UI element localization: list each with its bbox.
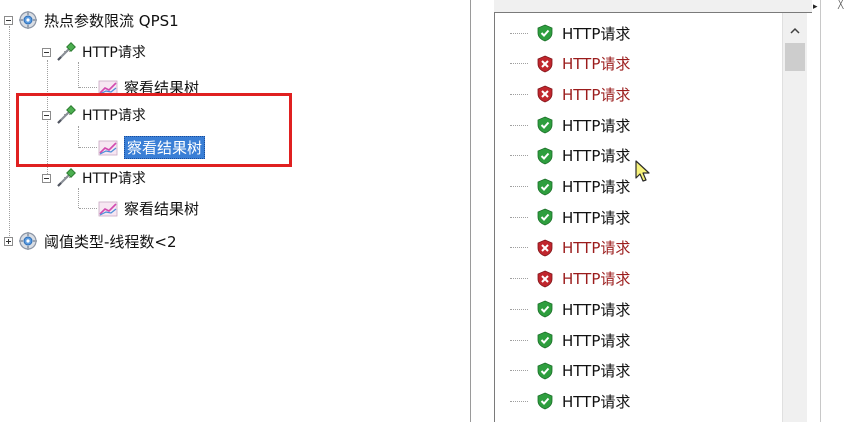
result-row-success[interactable]: HTTP请求: [510, 356, 630, 386]
shield-x-icon: [536, 270, 562, 288]
tree-node-label: 热点参数限流 QPS1: [44, 11, 179, 30]
tree-connector: [510, 32, 528, 34]
result-row-failure[interactable]: HTTP请求: [510, 49, 630, 79]
result-row-label: HTTP请求: [562, 239, 631, 258]
result-row-label: HTTP请求: [562, 85, 631, 104]
tree-connector: [510, 370, 528, 372]
results-scrollbar[interactable]: [782, 13, 807, 422]
result-row-success[interactable]: HTTP请求: [510, 172, 630, 202]
result-row-success[interactable]: HTTP请求: [510, 325, 630, 355]
annotation-highlight-box: [16, 93, 292, 167]
collapse-toggle-icon[interactable]: [4, 15, 13, 25]
test-plan-tree: 热点参数限流 QPS1 HTTP请求 察看结果树 HTTP请求 察看结果树 HT…: [0, 0, 330, 422]
tree-node-label: HTTP请求: [82, 171, 146, 187]
tree-node-thread-group[interactable]: 热点参数限流 QPS1: [4, 7, 179, 33]
shield-x-icon: [536, 239, 562, 257]
tree-connector: [510, 278, 528, 280]
tree-connector: [510, 186, 528, 187]
tree-node-label: HTTP请求: [82, 45, 146, 61]
result-row-label: HTTP请求: [562, 147, 631, 166]
result-row-failure[interactable]: HTTP请求: [510, 233, 630, 263]
result-row-label: HTTP请求: [562, 55, 631, 74]
tree-connector: [510, 216, 528, 218]
shield-x-icon: [536, 55, 562, 73]
result-row-label: HTTP请求: [562, 178, 631, 196]
result-row-label: HTTP请求: [562, 208, 631, 227]
tree-connector: [510, 63, 528, 65]
result-row-success[interactable]: HTTP请求: [510, 294, 630, 324]
tree-connector: [510, 339, 528, 341]
collapse-toggle-icon[interactable]: [42, 173, 51, 183]
result-row-label: HTTP请求: [562, 362, 631, 381]
pipette-icon: [55, 41, 77, 63]
expand-toggle-icon[interactable]: [4, 236, 13, 246]
shield-x-icon: [536, 85, 562, 103]
result-row-success[interactable]: HTTP请求: [510, 141, 630, 171]
result-row-label: HTTP请求: [562, 270, 631, 289]
result-row-success[interactable]: HTTP请求: [510, 110, 630, 140]
result-row-success[interactable]: HTTP请求: [510, 18, 630, 48]
gear-icon: [17, 230, 39, 252]
tree-node-label: 阈值类型-线程数<2: [44, 232, 177, 251]
scrollbar-thumb[interactable]: [785, 43, 805, 71]
result-row-label: HTTP请求: [562, 24, 631, 43]
collapse-toggle-icon[interactable]: [42, 47, 51, 57]
result-row-label: HTTP请求: [562, 392, 631, 411]
tree-connector: [510, 308, 528, 310]
mouse-pointer-icon: [634, 160, 652, 188]
tree-connector: [510, 400, 528, 402]
chevron-up-icon[interactable]: [783, 21, 807, 41]
panel-arrow-icon[interactable]: ▸: [813, 2, 818, 12]
shield-check-icon: [536, 331, 562, 349]
tree-node-http-sampler[interactable]: HTTP请求: [42, 39, 146, 65]
result-row-label: HTTP请求: [562, 116, 631, 135]
result-row-success[interactable]: HTTP请求: [510, 202, 630, 232]
shield-check-icon: [536, 178, 562, 196]
corner-marker: ╳: [838, 0, 844, 10]
tree-connector: [510, 93, 528, 95]
result-row-label: HTTP请求: [562, 331, 631, 350]
result-row-success[interactable]: HTTP请求: [510, 386, 630, 416]
tree-node-thread-group[interactable]: 阈值类型-线程数<2: [4, 228, 177, 254]
tree-node-label: 察看结果树: [124, 199, 200, 218]
splitter[interactable]: [820, 0, 821, 422]
result-row-failure[interactable]: HTTP请求: [510, 264, 630, 294]
shield-check-icon: [536, 116, 562, 134]
result-row-label: HTTP请求: [562, 300, 631, 319]
pipette-icon: [55, 167, 77, 189]
chart-icon: [97, 197, 119, 219]
tree-connector: [510, 124, 528, 126]
shield-check-icon: [536, 362, 562, 380]
tree-connector: [510, 247, 528, 249]
shield-check-icon: [536, 24, 562, 42]
shield-check-icon: [536, 208, 562, 226]
tree-connector: [510, 155, 528, 157]
shield-check-icon: [536, 147, 562, 165]
shield-check-icon: [536, 300, 562, 318]
jmeter-window: 热点参数限流 QPS1 HTTP请求 察看结果树 HTTP请求 察看结果树 HT…: [0, 0, 847, 422]
result-row-failure[interactable]: HTTP请求: [510, 79, 630, 109]
tree-node-view-results-tree[interactable]: 察看结果树: [97, 195, 199, 221]
gear-icon: [17, 9, 39, 31]
tree-node-http-sampler[interactable]: HTTP请求: [42, 165, 146, 191]
shield-check-icon: [536, 392, 562, 410]
